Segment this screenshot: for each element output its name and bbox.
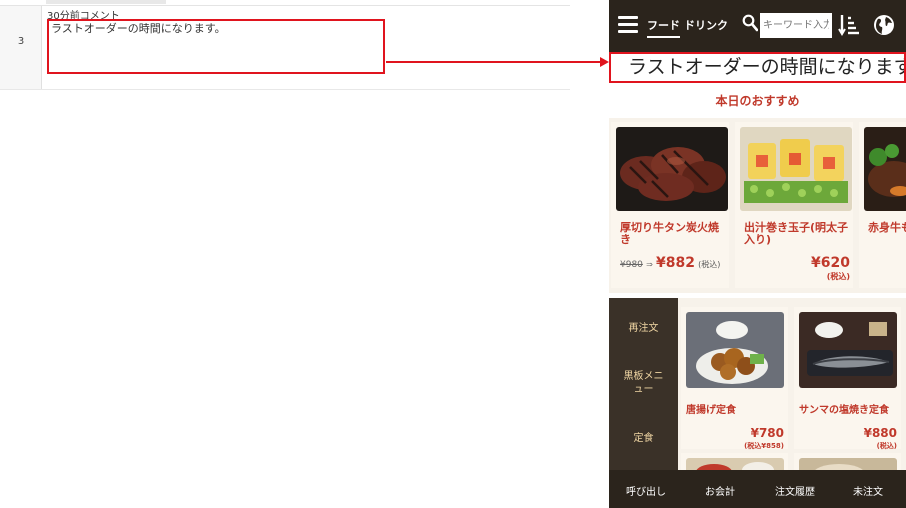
top-nav-bar: フード ドリンク xyxy=(609,0,906,52)
row-number-column xyxy=(0,6,42,90)
karaage-set-photo xyxy=(686,312,784,388)
recommend-item-name: 厚切り牛タン炭火焼き xyxy=(620,221,719,247)
menu-item-price: ¥780 xyxy=(750,426,784,440)
sale-price: ¥620 xyxy=(811,255,850,271)
recommend-item-name: 赤身牛もル xyxy=(868,221,906,234)
menu-item-grid: 唐揚げ定食 ¥780 (税込¥858) サンマの塩焼き定食 ¥880 (税込) xyxy=(678,298,906,470)
checkout-button[interactable]: お会計 xyxy=(705,483,735,498)
tax-label: (税込) xyxy=(698,260,721,269)
side-item-blackboard-menu[interactable]: 黒板メニュー xyxy=(609,370,678,396)
menu-item-name: 唐揚げ定食 xyxy=(686,405,736,416)
pending-order-button[interactable]: 未注文 xyxy=(853,483,883,498)
menu-card-partial[interactable] xyxy=(681,453,788,470)
recommend-carousel[interactable]: 厚切り牛タン炭火焼き ¥980 ⇒ ¥882 (税込) 出汁巻き玉子(明太子入り… xyxy=(609,118,906,293)
menu-photo-partial xyxy=(686,458,784,470)
menu-item-tax: (税込) xyxy=(876,442,897,450)
search-icon[interactable] xyxy=(742,14,758,32)
sheet-grid-line xyxy=(0,89,570,90)
recommend-card[interactable]: 厚切り牛タン炭火焼き ¥980 ⇒ ¥882 (税込) xyxy=(611,122,729,288)
callout-arrow-line xyxy=(386,61,600,63)
sheet-top-strip xyxy=(0,0,570,6)
tax-label: (税込) xyxy=(826,272,850,281)
menu-item-tax: (税込¥858) xyxy=(744,442,784,450)
recommend-card[interactable]: 赤身牛もル xyxy=(859,122,906,288)
callout-arrow-head xyxy=(600,57,609,67)
keyword-search-input[interactable] xyxy=(760,13,832,38)
menu-photo-partial xyxy=(799,458,897,470)
tab-food[interactable]: フード xyxy=(647,17,680,38)
menu-card-partial[interactable] xyxy=(794,453,901,470)
mobile-order-screen: フード ドリンク ラストオーダーの時間になります。 本日のおすすめ xyxy=(609,0,906,508)
side-item-set-meal[interactable]: 定食 xyxy=(609,432,678,445)
recommend-section-title: 本日のおすすめ xyxy=(715,94,800,108)
order-history-button[interactable]: 注文履歴 xyxy=(775,483,815,498)
sale-price: ¥882 xyxy=(655,255,695,271)
dashimaki-tamago-photo xyxy=(740,127,852,211)
recommend-price-row: ¥980 ⇒ ¥882 (税込) xyxy=(620,255,726,271)
last-order-notice: ラストオーダーの時間になります。 xyxy=(609,52,906,83)
menu-card[interactable]: 唐揚げ定食 ¥780 (税込¥858) xyxy=(681,307,788,450)
original-price: ¥980 xyxy=(620,260,643,270)
menu-card[interactable]: サンマの塩焼き定食 ¥880 (税込) xyxy=(794,307,901,450)
recommend-card[interactable]: 出汁巻き玉子(明太子入り) ¥620 (税込) xyxy=(735,122,853,288)
menu-item-price: ¥880 xyxy=(863,426,897,440)
sheet-header-tab xyxy=(46,0,166,4)
row-number: 3 xyxy=(17,36,25,47)
saury-set-photo xyxy=(799,312,897,388)
beef-tongue-photo xyxy=(616,127,728,211)
spreadsheet-fragment: 3 30分前コメント ラストオーダーの時間になります。 xyxy=(0,0,570,90)
call-staff-button[interactable]: 呼び出し xyxy=(626,483,666,498)
comment-cell-text: ラストオーダーの時間になります。 xyxy=(51,22,226,35)
globe-icon[interactable] xyxy=(873,14,895,36)
category-side-menu: 再注文 黒板メニュー 定食 xyxy=(609,298,678,470)
side-item-reorder[interactable]: 再注文 xyxy=(609,322,678,335)
notice-text: ラストオーダーの時間になります。 xyxy=(628,56,906,78)
menu-item-name: サンマの塩焼き定食 xyxy=(799,405,889,416)
hamburger-icon[interactable] xyxy=(618,16,638,34)
recommend-price-row: ¥620 (税込) xyxy=(744,255,850,282)
bottom-action-bar: 呼び出し お会計 注文履歴 未注文 xyxy=(609,470,906,508)
recommend-item-name: 出汁巻き玉子(明太子入り) xyxy=(744,221,849,247)
tab-drink[interactable]: ドリンク xyxy=(684,17,728,33)
sort-icon[interactable] xyxy=(838,13,860,37)
comment-cell[interactable]: ラストオーダーの時間になります。 xyxy=(47,19,385,74)
discount-arrow: ⇒ xyxy=(646,260,653,269)
beef-dish-photo xyxy=(864,127,906,211)
